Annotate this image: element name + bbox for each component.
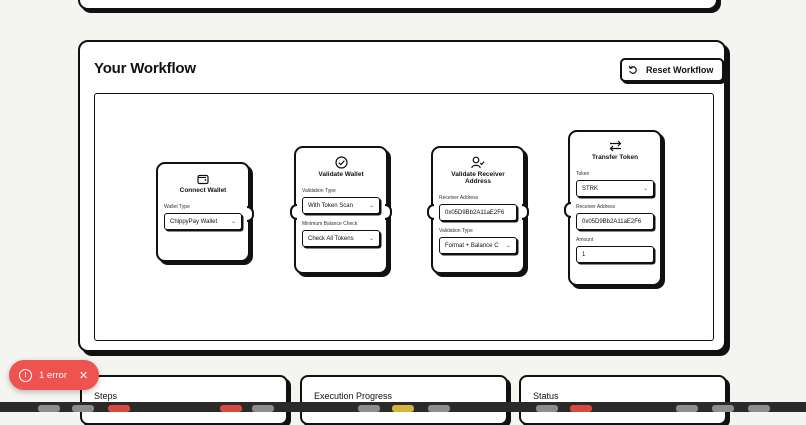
output-handle[interactable] [247, 206, 254, 222]
chevron-down-icon: ⌄ [368, 236, 374, 242]
receiver-address-input[interactable]: 0x05D9Bb2A11aE2F6 [439, 204, 517, 221]
dock-app-icon[interactable] [392, 405, 414, 412]
min-balance-select[interactable]: Check All Tokens ⌄ [302, 230, 380, 247]
input-handle[interactable] [564, 202, 571, 218]
field-label: Validation Type [302, 188, 336, 194]
chevron-down-icon: ⌄ [505, 243, 511, 249]
field-label: Wallet Type [164, 204, 190, 210]
dock-app-icon[interactable] [358, 405, 380, 412]
check-circle-icon [334, 156, 348, 169]
workflow-title: Your Workflow [94, 60, 196, 77]
node-validate-wallet[interactable]: Validate Wallet Validation Type With Tok… [290, 146, 392, 274]
node-connect-wallet[interactable]: Connect Wallet Wallet Type ChippyPay Wal… [156, 162, 254, 262]
dock-app-icon[interactable] [570, 405, 592, 412]
previous-card [78, 0, 718, 10]
node-title: Connect Wallet [179, 187, 227, 194]
node-title: Validate Wallet [318, 171, 364, 178]
execution-progress-card: Execution Progress [300, 375, 508, 425]
field-label: Receiver Address [439, 195, 479, 201]
field-label: Validation Type [439, 228, 473, 234]
amount-input[interactable]: 1 [576, 246, 654, 263]
dock-app-icon[interactable] [72, 405, 94, 412]
dock-app-icon[interactable] [676, 405, 698, 412]
validation-type-select[interactable]: With Token Scan ⌄ [302, 197, 380, 214]
node-title: Transfer Token [591, 154, 639, 161]
user-check-icon [471, 156, 485, 169]
error-toast[interactable]: ! 1 error ✕ [9, 360, 99, 390]
status-card: Status [519, 375, 727, 425]
receiver-address-input[interactable]: 0x05D9Bb2A11aE2F6 [576, 213, 654, 230]
wallet-type-select[interactable]: ChippyPay Wallet ⌄ [164, 213, 242, 230]
input-handle[interactable] [427, 204, 434, 220]
field-label: Amount [576, 237, 594, 243]
reset-workflow-label: Reset Workflow [646, 65, 714, 75]
validation-type-select[interactable]: Format + Balance C ⌄ [439, 237, 517, 254]
dock-app-icon[interactable] [428, 405, 450, 412]
dock-app-icon[interactable] [38, 405, 60, 412]
steps-title: Steps [94, 391, 118, 401]
chevron-down-icon: ⌄ [368, 203, 374, 209]
field-label: Token [576, 171, 590, 177]
reset-icon [628, 65, 637, 74]
input-handle[interactable] [290, 204, 297, 220]
status-title: Status [533, 391, 559, 401]
field-label: Minimum Balance Check [302, 221, 358, 227]
output-handle[interactable] [385, 204, 392, 220]
error-toast-label: 1 error [39, 369, 67, 381]
close-icon[interactable]: ✕ [79, 369, 88, 382]
chevron-down-icon: ⌄ [230, 219, 236, 225]
dock-app-icon[interactable] [252, 405, 274, 412]
field-label: Receiver Address [576, 204, 616, 210]
dock-app-icon[interactable] [748, 405, 770, 412]
dock-app-icon[interactable] [220, 405, 242, 412]
wallet-icon [197, 174, 209, 185]
dock-app-icon[interactable] [108, 405, 130, 412]
workflow-canvas[interactable]: Connect Wallet Wallet Type ChippyPay Wal… [94, 93, 714, 341]
node-validate-receiver[interactable]: Validate Receiver Address Receiver Addre… [427, 146, 529, 274]
node-transfer-token[interactable]: Transfer Token Token STRK ⌄ Receiver Add… [564, 130, 662, 286]
reset-workflow-button[interactable]: Reset Workflow [620, 58, 724, 82]
dock-app-icon[interactable] [536, 405, 558, 412]
dock-app-icon[interactable] [712, 405, 734, 412]
workflow-panel: Your Workflow Reset Workflow Connect Wal… [78, 40, 726, 352]
execution-progress-title: Execution Progress [314, 391, 393, 401]
output-handle[interactable] [522, 204, 529, 220]
os-dock [0, 402, 806, 412]
error-icon: ! [19, 368, 32, 382]
swap-arrows-icon [609, 140, 621, 152]
node-title: Validate Receiver Address [451, 171, 505, 185]
token-select[interactable]: STRK ⌄ [576, 180, 654, 197]
steps-card: Steps [80, 375, 288, 425]
chevron-down-icon: ⌄ [642, 186, 648, 192]
